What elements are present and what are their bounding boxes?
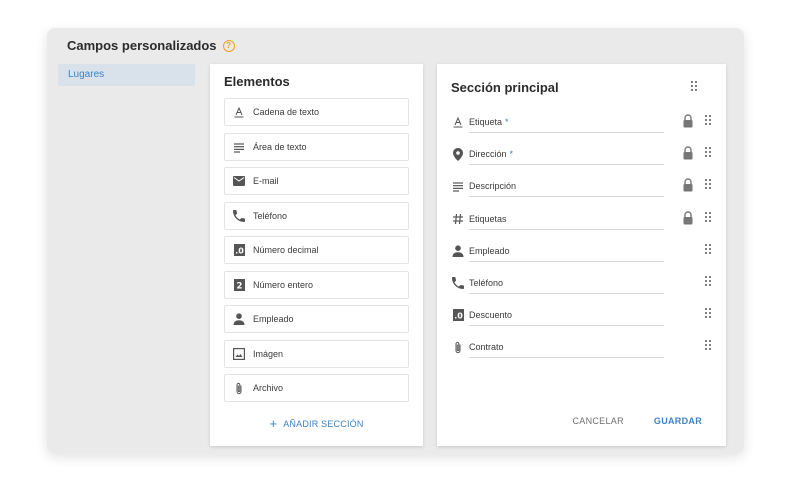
element-file[interactable]: Archivo: [224, 374, 409, 402]
field-label: Teléfono: [469, 271, 664, 294]
element-image[interactable]: Imágen: [224, 339, 409, 368]
element-label: E-mail: [253, 176, 279, 186]
section-fields: Etiqueta * Dirección * Descripción Etiqu…: [451, 110, 721, 368]
required-marker: *: [509, 149, 514, 160]
svg-text:2: 2: [236, 281, 242, 291]
element-text-string[interactable]: Cadena de texto: [224, 98, 409, 126]
page-header: Campos personalizados ?: [67, 38, 235, 53]
text-string-icon: [232, 105, 246, 119]
drag-handle-icon[interactable]: [704, 114, 712, 126]
email-icon: [232, 174, 246, 188]
field-row-descuento[interactable]: .0 Descuento: [451, 303, 721, 335]
phone-icon: [232, 209, 246, 223]
element-text-area[interactable]: Área de texto: [224, 132, 409, 161]
location-pin-icon: [451, 147, 465, 161]
element-label: Teléfono: [253, 210, 288, 221]
cancel-button[interactable]: CANCELAR: [572, 416, 623, 426]
svg-text:.0: .0: [454, 312, 463, 321]
field-label: Contrato: [469, 335, 664, 359]
field-row-etiqueta[interactable]: Etiqueta *: [451, 110, 721, 142]
lock-icon: [683, 146, 693, 160]
field-row-empleado[interactable]: Empleado: [451, 239, 721, 271]
required-marker: *: [505, 117, 509, 127]
drag-handle-icon[interactable]: [704, 275, 712, 287]
element-label: Imágen: [253, 348, 284, 359]
integer-number-icon: 2: [232, 278, 246, 292]
element-email[interactable]: E-mail: [224, 167, 409, 195]
custom-fields-window: Campos personalizados ? Lugares Elemento…: [47, 28, 744, 453]
element-label: Cadena de texto: [253, 107, 320, 117]
element-label: Empleado: [253, 314, 294, 324]
image-icon: [232, 347, 246, 361]
field-label: Dirección *: [469, 142, 664, 166]
add-section-button[interactable]: + AÑADIR SECCIÓN: [210, 416, 423, 431]
elements-list: Cadena de texto Área de texto E-mail Tel…: [224, 98, 409, 409]
drag-handle-icon[interactable]: [704, 307, 712, 319]
element-phone[interactable]: Teléfono: [224, 201, 409, 230]
decimal-number-icon: .0: [232, 243, 246, 257]
person-icon: [451, 244, 465, 258]
attachment-icon: [451, 340, 465, 354]
help-icon[interactable]: ?: [222, 39, 235, 52]
sidebar-item-lugares[interactable]: Lugares: [58, 64, 195, 86]
lock-icon: [683, 178, 693, 192]
drag-handle-icon[interactable]: [704, 339, 712, 351]
svg-text:.0: .0: [235, 247, 244, 256]
sidebar-item-label: Lugares: [68, 69, 105, 80]
field-row-direccion[interactable]: Dirección *: [451, 142, 721, 174]
field-label: Descuento: [469, 303, 664, 327]
field-row-telefono[interactable]: Teléfono: [451, 271, 721, 303]
drag-handle-icon[interactable]: [704, 243, 712, 255]
field-row-contrato[interactable]: Contrato: [451, 335, 721, 367]
hashtag-icon: [451, 212, 465, 226]
text-area-icon: [451, 179, 465, 193]
plus-icon: +: [269, 416, 278, 431]
field-label: Descripción: [469, 174, 664, 198]
form-actions: CANCELAR GUARDAR: [572, 416, 702, 426]
text-area-icon: [232, 140, 246, 154]
elements-title: Elementos: [224, 74, 290, 89]
attachment-icon: [232, 381, 246, 395]
element-label: Área de texto: [253, 141, 307, 152]
elements-panel: Elementos Cadena de texto Área de texto …: [210, 64, 423, 446]
lock-icon: [683, 114, 693, 128]
drag-handle-icon[interactable]: [704, 211, 712, 223]
lock-icon: [683, 210, 693, 225]
field-row-descripcion[interactable]: Descripción: [451, 174, 721, 206]
save-button[interactable]: GUARDAR: [654, 416, 702, 426]
field-label: Empleado: [469, 239, 664, 262]
drag-handle-icon[interactable]: [704, 146, 712, 158]
element-integer-number[interactable]: 2 Número entero: [224, 270, 409, 299]
drag-handle-icon[interactable]: [690, 80, 698, 92]
element-label: Número decimal: [253, 245, 319, 255]
drag-handle-icon[interactable]: [704, 178, 712, 190]
section-title: Sección principal: [451, 80, 559, 95]
field-label: Etiqueta *: [469, 110, 664, 133]
section-panel: Sección principal Etiqueta* Dirección*: [437, 64, 726, 446]
text-string-icon: [451, 115, 465, 129]
decimal-number-icon: .0: [451, 308, 465, 322]
element-employee[interactable]: Empleado: [224, 305, 409, 333]
phone-icon: [451, 276, 465, 290]
field-label: Etiquetas: [469, 207, 664, 230]
element-label: Archivo: [253, 383, 284, 393]
add-section-label: AÑADIR SECCIÓN: [283, 418, 364, 429]
element-label: Número entero: [253, 279, 314, 290]
person-icon: [232, 312, 246, 326]
page-title: Campos personalizados: [67, 38, 217, 53]
element-decimal-number[interactable]: .0 Número decimal: [224, 236, 409, 264]
field-row-etiquetas[interactable]: Etiquetas: [451, 207, 721, 239]
